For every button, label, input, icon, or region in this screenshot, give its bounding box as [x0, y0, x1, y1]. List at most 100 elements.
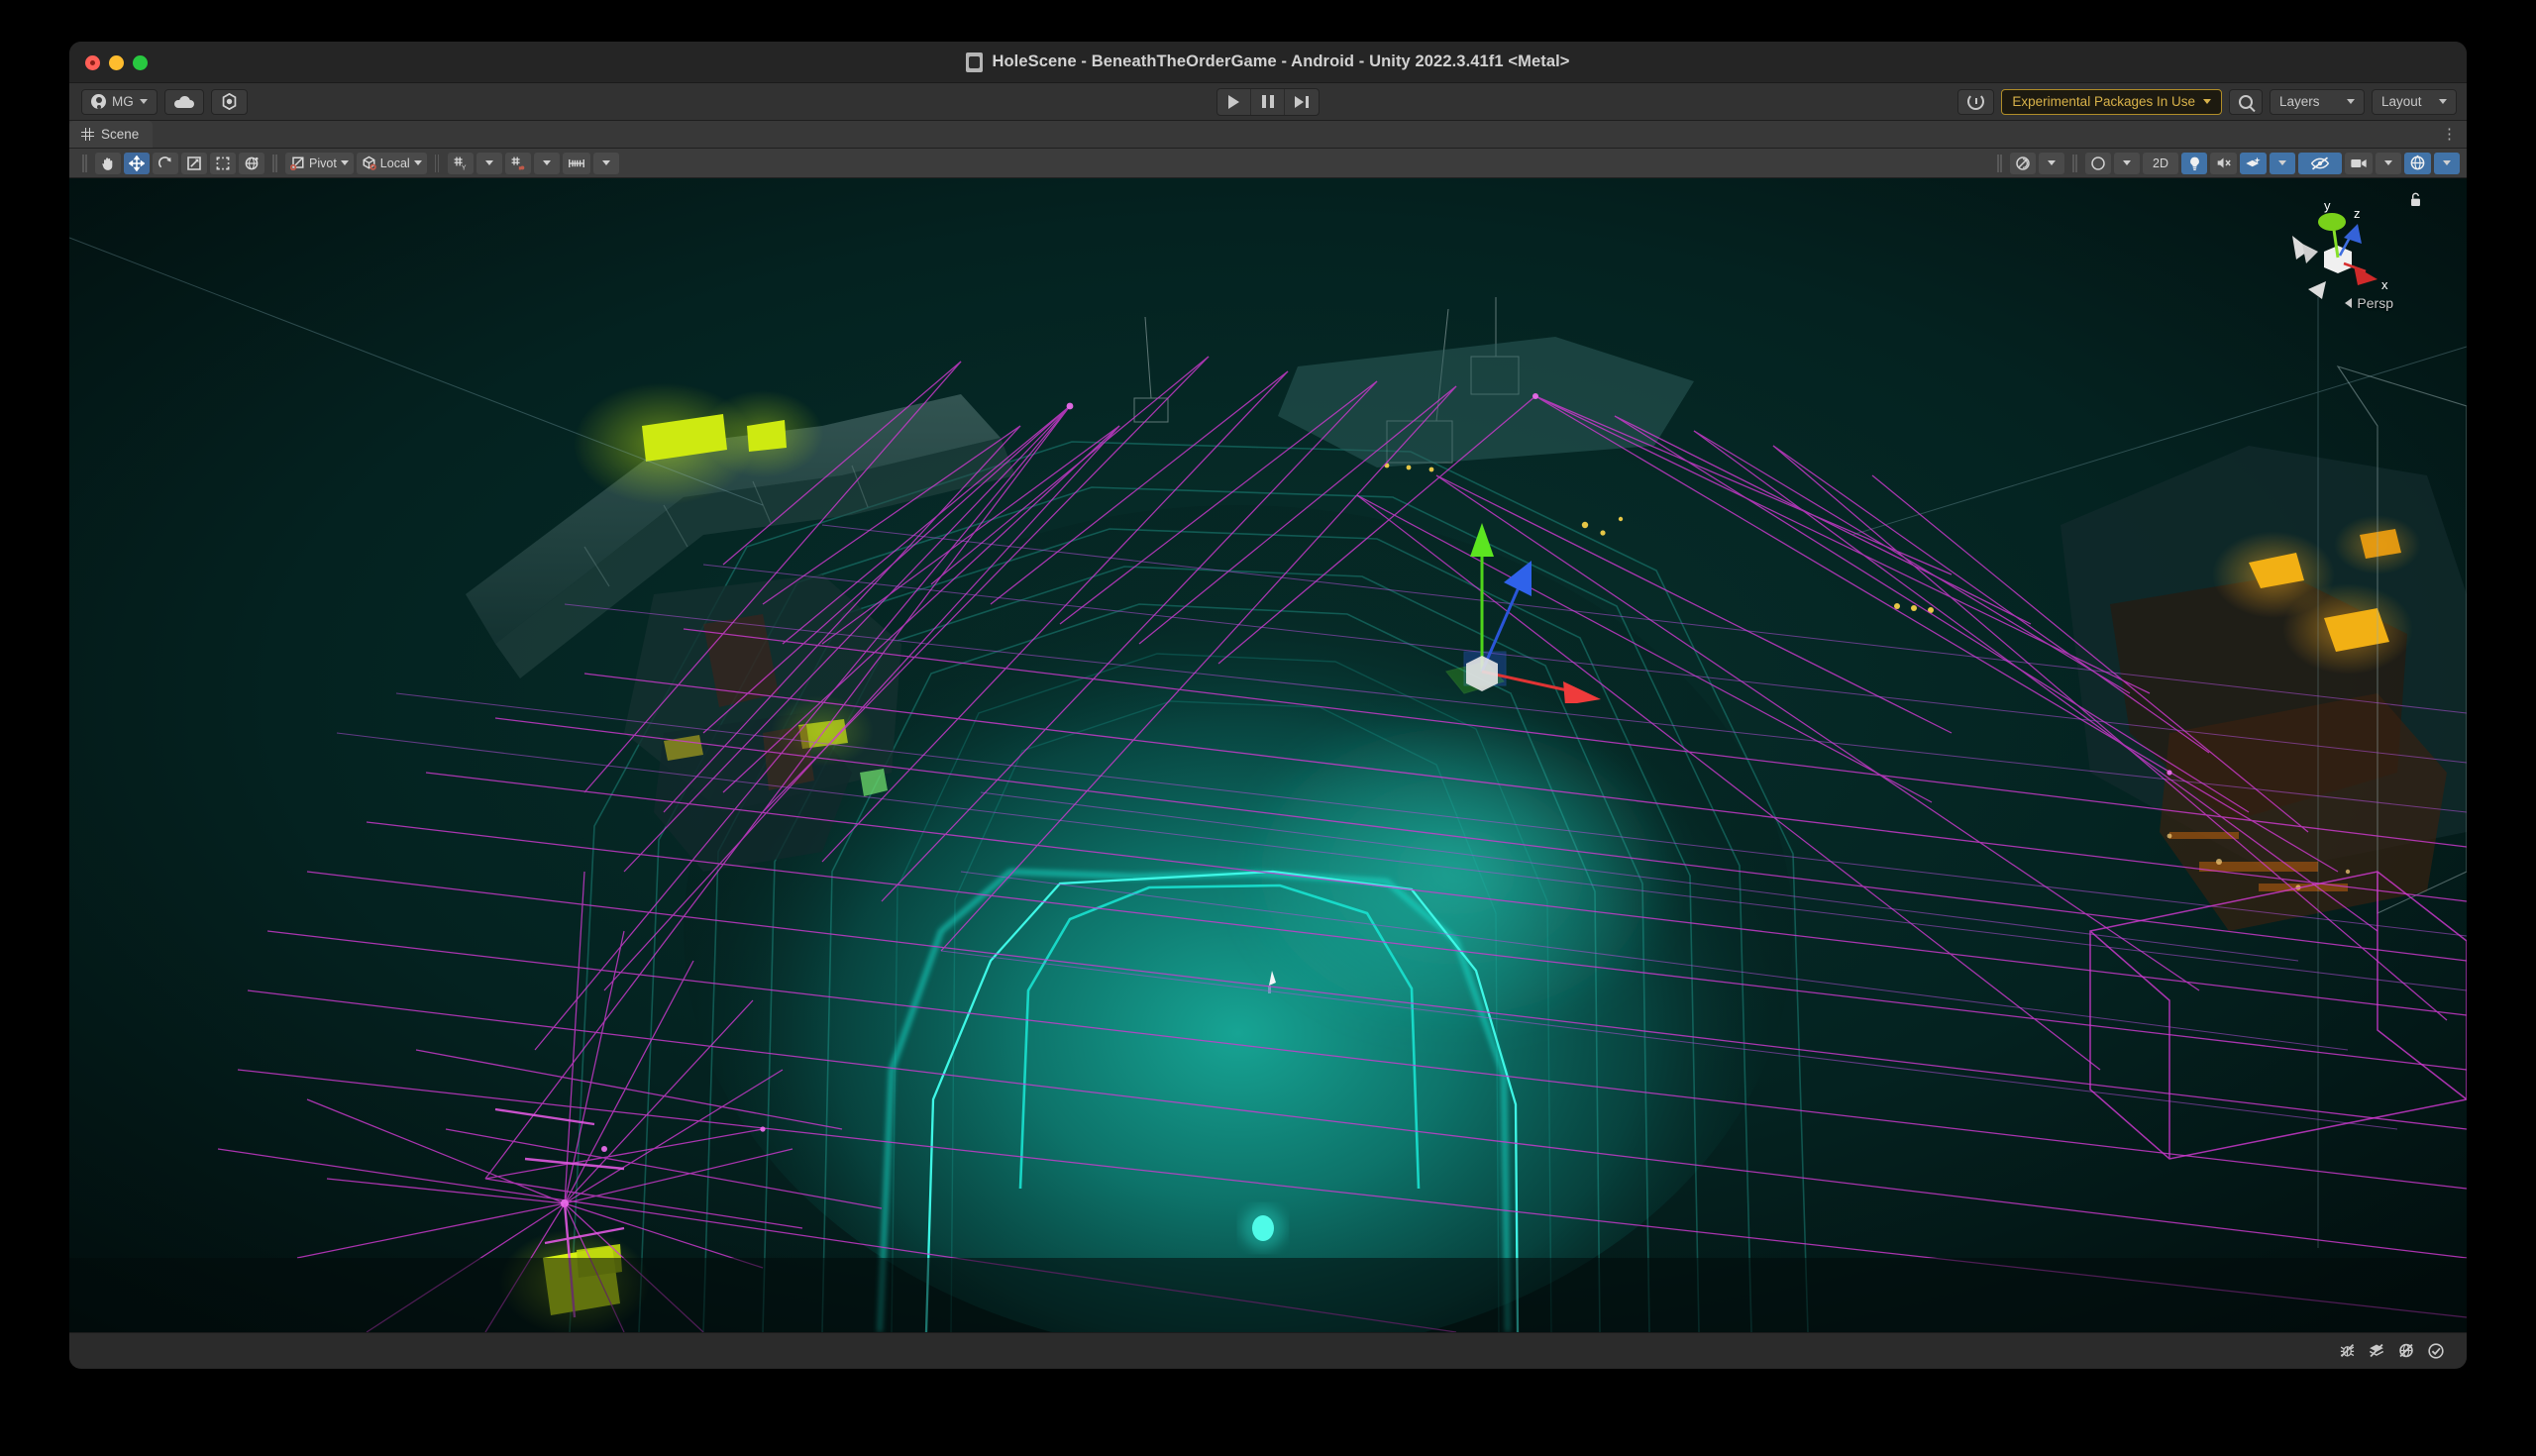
chevron-down-icon	[2347, 99, 2355, 104]
chevron-down-icon	[2048, 160, 2056, 165]
experimental-packages-label: Experimental Packages In Use	[2012, 94, 2195, 109]
pivot-icon	[290, 156, 305, 170]
layers-label: Layers	[2279, 94, 2320, 109]
play-button[interactable]	[1217, 88, 1251, 115]
undo-history-button[interactable]	[1957, 88, 1995, 115]
cloud-button[interactable]	[163, 88, 204, 115]
projection-text: Persp	[2357, 295, 2393, 311]
chevron-left-icon	[2345, 298, 2353, 308]
effects-icon	[2246, 156, 2261, 166]
ruler-button[interactable]	[562, 152, 590, 174]
scene-view-lock-icon[interactable]	[2409, 192, 2422, 208]
tab-scene[interactable]: Scene	[69, 121, 154, 148]
grid-axis-button[interactable]: Y	[447, 152, 474, 174]
audio-mute-icon	[2217, 157, 2232, 168]
unity-editor-window: HoleScene - BeneathTheOrderGame - Androi…	[69, 42, 2467, 1369]
bug-disabled-icon	[2339, 1342, 2356, 1359]
scene-toolbar-divider-b	[2071, 154, 2078, 172]
panel-options-icon[interactable]: ⋮	[2442, 125, 2457, 143]
scene-view-projection-label[interactable]: Persp	[2345, 295, 2393, 311]
main-toolbar: MG Experimental Packages In Use Layers L…	[69, 83, 2467, 121]
2d-toggle-button[interactable]: 2D	[2143, 152, 2178, 174]
transform-tool-button[interactable]	[239, 152, 264, 174]
gear-icon	[221, 93, 238, 110]
layers-dropdown[interactable]: Layers	[2270, 88, 2365, 115]
chevron-down-icon	[2278, 160, 2286, 165]
global-search-button[interactable]	[2229, 88, 2263, 115]
lightbulb-icon	[2189, 156, 2199, 170]
account-icon	[91, 94, 106, 109]
scene-fx-dropdown[interactable]	[2270, 152, 2295, 174]
gizmo-axis-label-y: y	[2324, 198, 2331, 213]
handle-space-dropdown[interactable]: Local	[356, 152, 427, 174]
svg-text:Y: Y	[461, 162, 466, 171]
step-button[interactable]	[1285, 89, 1319, 115]
shading-icon	[2090, 156, 2106, 171]
unity-scene-file-icon	[966, 52, 984, 72]
window-traffic-lights	[85, 42, 148, 83]
scene-visibility-toggle[interactable]	[2298, 152, 2342, 174]
snap-increment-icon	[510, 156, 525, 169]
undo-history-icon	[1967, 93, 1985, 110]
scene-view-orientation-gizmo[interactable]: y z x	[2282, 188, 2401, 307]
scene-toolbar-divider-a	[1996, 154, 2003, 172]
handle-space-label: Local	[379, 156, 410, 170]
pivot-label: Pivot	[309, 156, 337, 170]
scale-icon	[186, 156, 202, 171]
camera-settings-button[interactable]	[2345, 152, 2373, 174]
gizmos-dropdown[interactable]	[2434, 152, 2460, 174]
toolbar-section-divider-2	[434, 154, 441, 172]
cloud-sync-button[interactable]	[2391, 1338, 2421, 1364]
scene-view-toolbar: Pivot Local Y 2D	[69, 149, 2467, 178]
rect-tool-button[interactable]	[210, 152, 236, 174]
scene-view-viewport[interactable]: y z x Persp	[69, 178, 2467, 1332]
pivot-mode-dropdown[interactable]: Pivot	[285, 152, 354, 174]
rotate-tool-button[interactable]	[153, 152, 178, 174]
ruler-dropdown[interactable]	[592, 152, 619, 174]
tab-scene-label: Scene	[101, 127, 140, 142]
gizmos-icon	[2409, 155, 2426, 171]
draw-mode-icon	[2015, 156, 2031, 171]
scene-fx-button[interactable]	[2240, 152, 2267, 174]
layout-dropdown[interactable]: Layout	[2372, 88, 2457, 115]
close-button[interactable]	[85, 54, 100, 70]
window-title-bar: HoleScene - BeneathTheOrderGame - Androi…	[69, 42, 2467, 83]
layers-disabled-icon	[2368, 1342, 2385, 1359]
move-gizmo[interactable]	[1387, 505, 1605, 703]
draw-mode-dropdown[interactable]	[2039, 152, 2064, 174]
collab-history-button[interactable]	[2362, 1338, 2391, 1364]
chevron-down-icon	[484, 160, 493, 165]
scene-render	[69, 178, 2467, 1332]
chevron-down-icon	[413, 160, 422, 165]
shading-mode-button[interactable]	[2085, 152, 2111, 174]
scale-tool-button[interactable]	[181, 152, 207, 174]
shading-mode-dropdown[interactable]	[2114, 152, 2140, 174]
rotate-icon	[158, 156, 171, 171]
unity-services-button[interactable]	[210, 88, 248, 115]
account-label: MG	[112, 94, 134, 109]
snap-increment-dropdown[interactable]	[533, 152, 560, 174]
ruler-icon	[568, 156, 585, 171]
ready-status-button[interactable]	[2421, 1338, 2451, 1364]
pause-button[interactable]	[1251, 88, 1285, 115]
toolbar-drag-handle[interactable]	[81, 154, 88, 172]
scene-audio-toggle[interactable]	[2210, 152, 2237, 174]
window-title-text: HoleScene - BeneathTheOrderGame - Androi…	[992, 52, 1570, 70]
draw-mode-button[interactable]	[2010, 152, 2036, 174]
move-tool-button[interactable]	[124, 152, 150, 174]
zoom-button[interactable]	[133, 54, 148, 70]
scene-lighting-toggle[interactable]	[2181, 152, 2207, 174]
layout-label: Layout	[2381, 94, 2422, 109]
account-dropdown[interactable]: MG	[81, 88, 158, 115]
minimize-button[interactable]	[109, 54, 124, 70]
hand-tool-button[interactable]	[95, 152, 121, 174]
snap-increment-button[interactable]	[504, 152, 531, 174]
chevron-down-icon	[2439, 99, 2447, 104]
grid-axis-dropdown[interactable]	[476, 152, 502, 174]
window-title: HoleScene - BeneathTheOrderGame - Androi…	[966, 52, 1569, 72]
gizmos-toggle[interactable]	[2404, 152, 2431, 174]
experimental-packages-badge[interactable]: Experimental Packages In Use	[2001, 88, 2222, 115]
step-icon	[1295, 95, 1309, 108]
error-pause-button[interactable]	[2332, 1338, 2362, 1364]
camera-settings-dropdown[interactable]	[2376, 152, 2401, 174]
